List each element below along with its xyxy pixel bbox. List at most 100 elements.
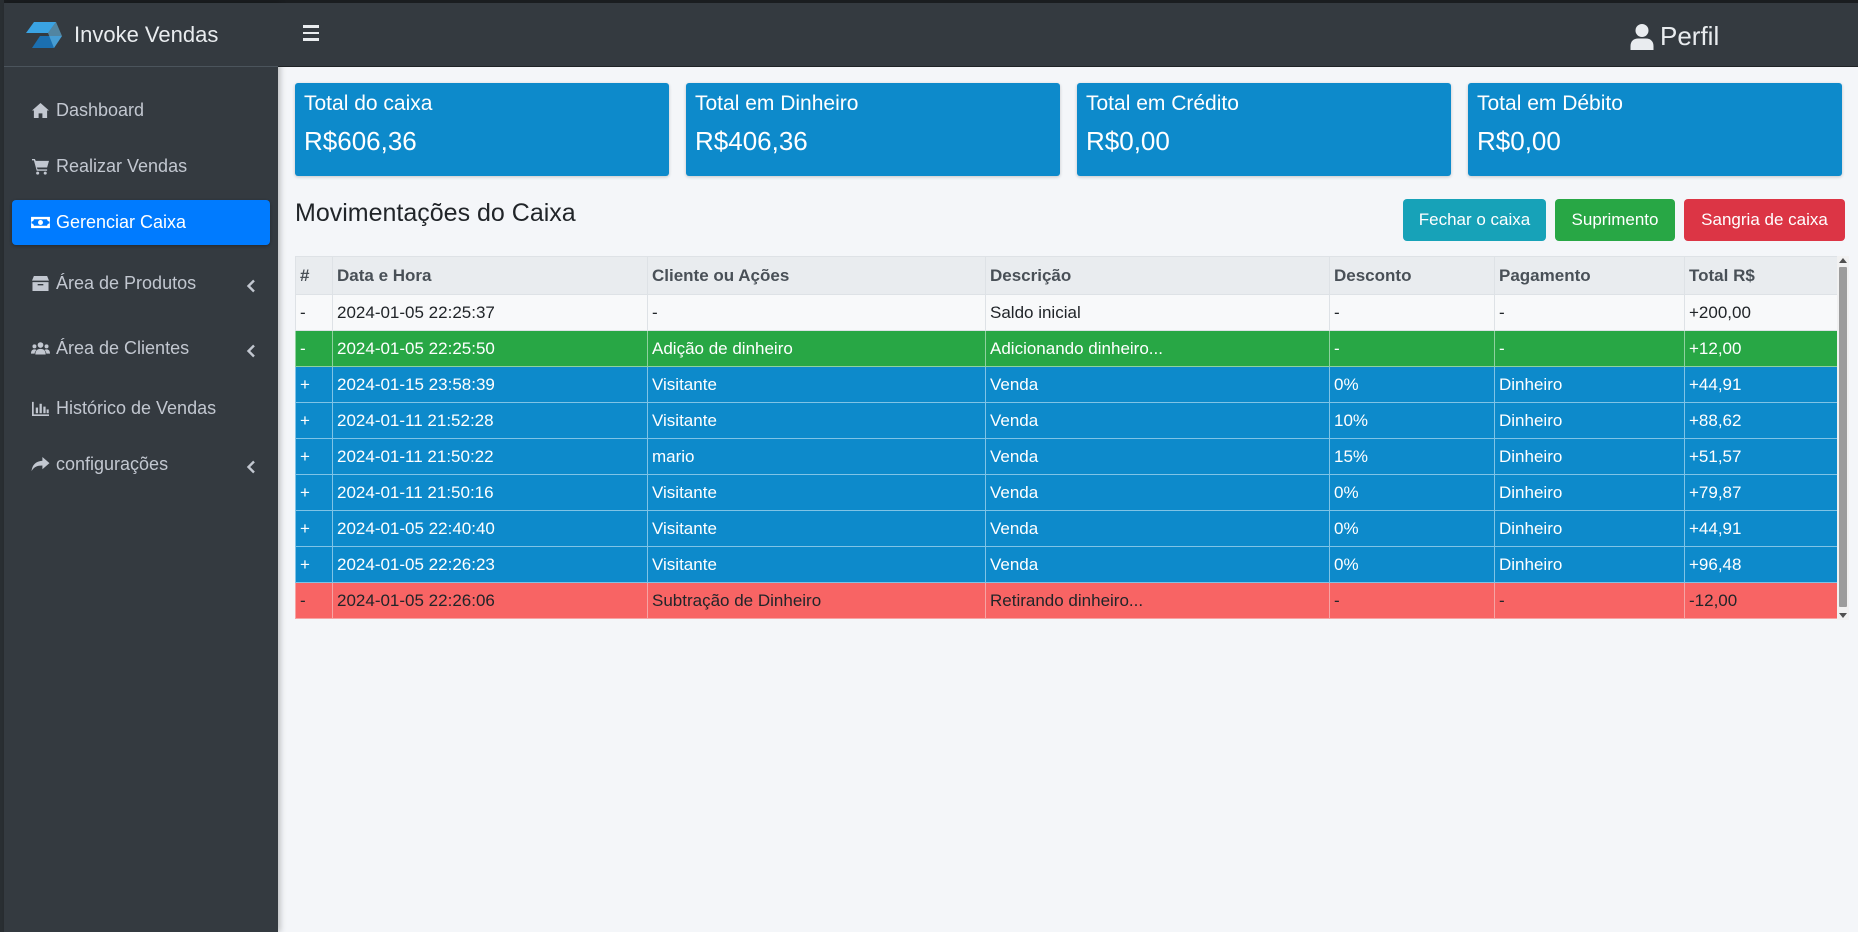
table-row: - 2024-01-05 22:26:06 Subtração de Dinhe… (295, 582, 1846, 619)
main-content: Total do caixa R$606,36 Total em Dinheir… (278, 67, 1858, 932)
table-row: + 2024-01-11 21:50:16 Visitante Venda 0%… (295, 474, 1846, 511)
sidebar-item-label: Realizar Vendas (56, 156, 188, 176)
scroll-down-arrow-icon[interactable] (1839, 613, 1847, 618)
table-cell: Dinheiro (1494, 546, 1685, 583)
top-navbar: Perfil (278, 3, 1858, 67)
table-header-row: # Data e Hora Cliente ou Ações Descrição… (295, 256, 1846, 295)
table-cell: - (1494, 582, 1685, 619)
table-cell: - (1329, 330, 1495, 367)
suprimento-button[interactable]: Suprimento (1555, 199, 1675, 241)
sidebar-item-historico-vendas[interactable]: Histórico de Vendas (12, 386, 270, 431)
card-value: R$406,36 (695, 126, 808, 156)
sidebar-item-label: Dashboard (56, 100, 145, 120)
fechar-caixa-button[interactable]: Fechar o caixa (1403, 199, 1546, 241)
brand-link[interactable]: Invoke Vendas (4, 3, 278, 67)
page-title: Movimentações do Caixa (295, 199, 576, 227)
scrollbar-thumb[interactable] (1839, 267, 1847, 607)
sidebar-item-label: configurações (56, 454, 169, 474)
card-total-debito: Total em Débito R$0,00 (1468, 83, 1842, 176)
table-cell: +88,62 (1684, 402, 1846, 439)
sidebar-item-dashboard[interactable]: Dashboard (12, 88, 270, 133)
chevron-left-icon (246, 342, 256, 357)
table-cell: Venda (985, 438, 1330, 475)
column-header[interactable]: Pagamento (1494, 256, 1685, 295)
column-header[interactable]: # (295, 256, 333, 295)
table-row: - 2024-01-05 22:25:50 Adição de dinheiro… (295, 330, 1846, 367)
movements-table-container[interactable]: # Data e Hora Cliente ou Ações Descrição… (295, 256, 1846, 620)
table-cell: - (295, 294, 333, 331)
table-cell: 2024-01-05 22:40:40 (332, 510, 648, 547)
chevron-left-icon (246, 277, 256, 292)
table-cell: Venda (985, 546, 1330, 583)
table-cell: + (295, 438, 333, 475)
sidebar: Invoke Vendas Dashboard Realizar Vendas … (4, 3, 278, 932)
table-cell: +12,00 (1684, 330, 1846, 367)
table-cell: Retirando dinheiro... (985, 582, 1330, 619)
table-cell: Dinheiro (1494, 402, 1685, 439)
table-cell: Dinheiro (1494, 510, 1685, 547)
column-header[interactable]: Desconto (1329, 256, 1495, 295)
brand-name: Invoke Vendas (74, 21, 219, 47)
table-row: + 2024-01-05 22:40:40 Visitante Venda 0%… (295, 510, 1846, 547)
table-cell: 2024-01-11 21:50:16 (332, 474, 648, 511)
sidebar-item-area-produtos[interactable]: Área de Produtos (12, 256, 270, 311)
table-cell: 0% (1329, 510, 1495, 547)
table-cell: Visitante (647, 474, 986, 511)
table-cell: Saldo inicial (985, 294, 1330, 331)
table-cell: 2024-01-05 22:25:37 (332, 294, 648, 331)
share-arrow-icon (30, 456, 50, 474)
table-cell: + (295, 366, 333, 403)
card-title: Total em Débito (1477, 92, 1623, 115)
sidebar-item-realizar-vendas[interactable]: Realizar Vendas (12, 144, 270, 189)
table-cell: - (1329, 582, 1495, 619)
user-icon (1630, 23, 1654, 50)
table-cell: Venda (985, 402, 1330, 439)
table-cell: Adicionando dinheiro... (985, 330, 1330, 367)
table-cell: 0% (1329, 474, 1495, 511)
table-cell: 0% (1329, 366, 1495, 403)
movements-table: # Data e Hora Cliente ou Ações Descrição… (295, 256, 1846, 619)
card-title: Total em Crédito (1086, 92, 1239, 115)
table-scrollbar[interactable] (1837, 256, 1849, 620)
scroll-up-arrow-icon[interactable] (1839, 258, 1847, 263)
table-cell: +96,48 (1684, 546, 1846, 583)
table-cell: Venda (985, 510, 1330, 547)
sidebar-item-area-clientes[interactable]: Área de Clientes (12, 321, 270, 376)
card-total-credito: Total em Crédito R$0,00 (1077, 83, 1451, 176)
table-cell: +44,91 (1684, 510, 1846, 547)
table-row: + 2024-01-05 22:26:23 Visitante Venda 0%… (295, 546, 1846, 583)
card-value: R$0,00 (1086, 126, 1170, 156)
sidebar-item-configuracoes[interactable]: configurações (12, 442, 270, 487)
table-cell: +79,87 (1684, 474, 1846, 511)
table-cell: 2024-01-11 21:52:28 (332, 402, 648, 439)
table-cell: +44,91 (1684, 366, 1846, 403)
table-cell: 10% (1329, 402, 1495, 439)
table-cell: mario (647, 438, 986, 475)
profile-menu[interactable]: Perfil (1630, 21, 1719, 52)
box-icon (30, 275, 50, 293)
table-cell: Visitante (647, 546, 986, 583)
table-cell: Dinheiro (1494, 366, 1685, 403)
hamburger-icon[interactable] (303, 25, 321, 43)
sidebar-item-label: Histórico de Vendas (56, 398, 217, 418)
sangria-button[interactable]: Sangria de caixa (1684, 199, 1845, 241)
card-total-dinheiro: Total em Dinheiro R$406,36 (686, 83, 1060, 176)
column-header[interactable]: Data e Hora (332, 256, 648, 295)
table-cell: - (295, 582, 333, 619)
card-title: Total em Dinheiro (695, 92, 859, 115)
table-cell: 0% (1329, 546, 1495, 583)
table-cell: Adição de dinheiro (647, 330, 986, 367)
column-header[interactable]: Descrição (985, 256, 1330, 295)
column-header[interactable]: Total R$ (1684, 256, 1846, 295)
table-cell: + (295, 546, 333, 583)
table-row: + 2024-01-11 21:52:28 Visitante Venda 10… (295, 402, 1846, 439)
users-icon (30, 340, 50, 358)
table-cell: Subtração de Dinheiro (647, 582, 986, 619)
table-row: + 2024-01-15 23:58:39 Visitante Venda 0%… (295, 366, 1846, 403)
column-header[interactable]: Cliente ou Ações (647, 256, 986, 295)
table-cell: Visitante (647, 366, 986, 403)
table-cell: - (1329, 294, 1495, 331)
table-cell: Dinheiro (1494, 438, 1685, 475)
sidebar-item-gerenciar-caixa[interactable]: Gerenciar Caixa (12, 200, 270, 245)
home-icon (30, 102, 50, 120)
